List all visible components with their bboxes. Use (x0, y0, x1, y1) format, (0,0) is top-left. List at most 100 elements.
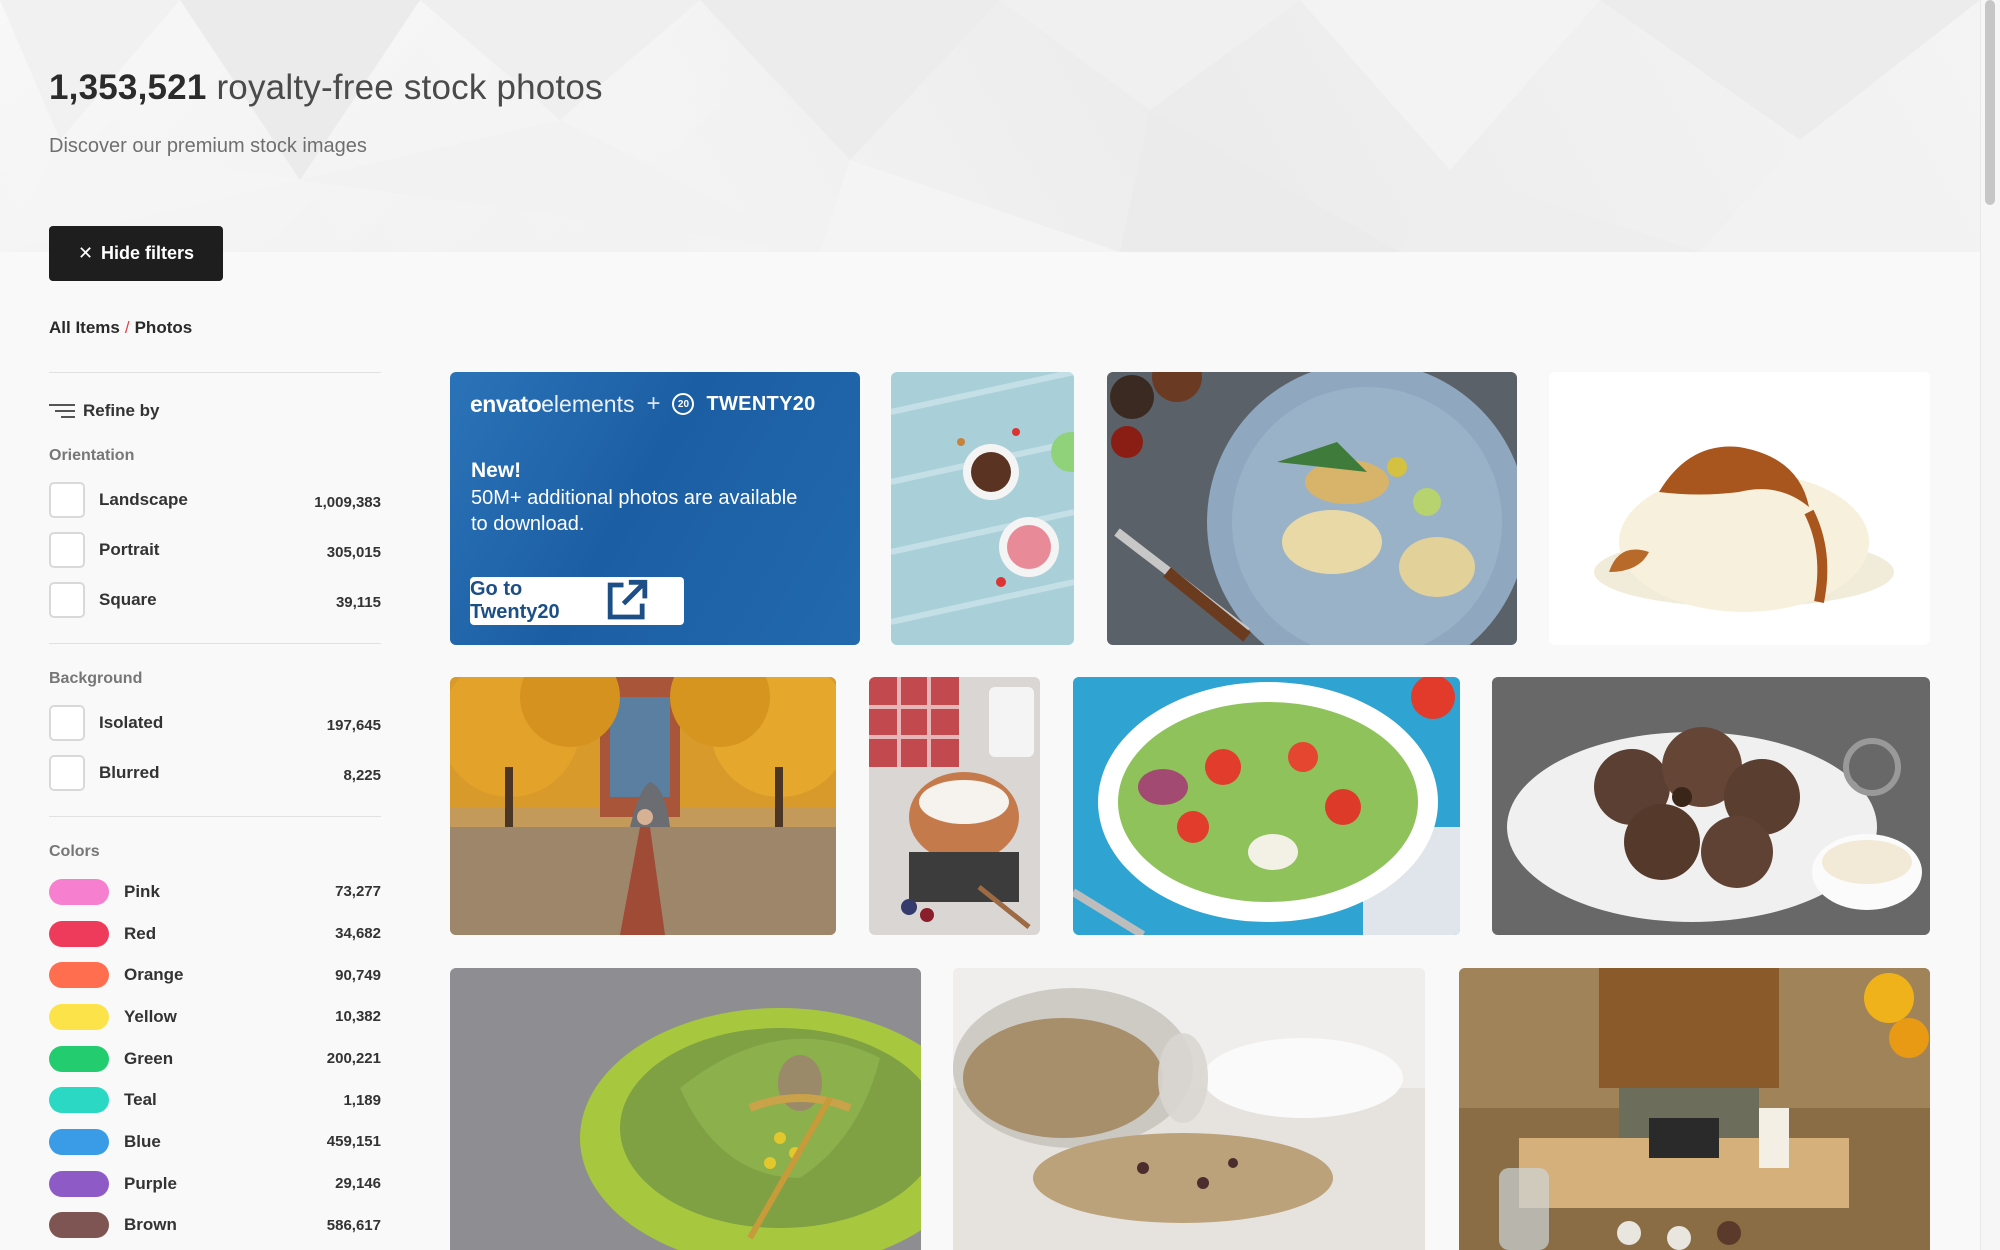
color-swatch (49, 1045, 109, 1072)
color-swatch (49, 878, 109, 905)
checkbox[interactable] (49, 532, 85, 568)
background-title: Background (49, 670, 143, 687)
photo-ice-cream-caramel[interactable] (1549, 372, 1930, 645)
close-icon: ✕ (77, 243, 94, 263)
photo-grilled-squid[interactable] (1107, 372, 1517, 645)
color-label: Yellow (124, 1006, 177, 1026)
page-subtitle: Discover our premium stock images (49, 135, 367, 157)
color-count: 29,146 (335, 1175, 381, 1193)
envato-logo-text: envato (470, 390, 542, 417)
photo-autumn-stretching[interactable] (450, 677, 836, 935)
photo-image (1107, 372, 1517, 645)
photo-granola-jar[interactable] (953, 968, 1425, 1250)
photo-image (1492, 677, 1930, 935)
filter-option-square[interactable]: Square 39,115 (49, 575, 381, 625)
promo-logo: envatoelements + 20 TWENTY20 (470, 390, 816, 418)
filter-lines-icon (49, 402, 75, 420)
promo-description: 50M+ additional photos are available to … (471, 487, 798, 535)
external-link-icon (607, 579, 647, 620)
photo-green-salad[interactable] (1073, 677, 1460, 935)
photo-chocolate-donuts[interactable] (1492, 677, 1930, 935)
go-to-twenty20-button[interactable]: Go to Twenty20 (470, 577, 684, 625)
result-count: 1,353,521 (49, 68, 207, 107)
scrollbar[interactable] (1980, 0, 2000, 1250)
color-label: Red (124, 923, 157, 943)
hide-filters-label: Hide filters (101, 243, 195, 263)
color-count: 73,277 (335, 883, 381, 901)
option-label: Isolated (99, 713, 164, 732)
orientation-title: Orientation (49, 447, 135, 464)
twenty20-promo-card[interactable]: envatoelements + 20 TWENTY20 New! 50M+ a… (450, 372, 860, 645)
colors-title: Colors (49, 843, 100, 860)
photo-image (450, 677, 836, 935)
photo-image (450, 968, 921, 1250)
color-label: Purple (124, 1173, 177, 1193)
breadcrumb: All Items / Photos (49, 318, 192, 338)
photo-smoothie-bowls[interactable] (891, 372, 1074, 645)
option-count: 1,009,383 (314, 494, 381, 511)
checkbox[interactable] (49, 482, 85, 518)
filter-option-blurred[interactable]: Blurred 8,225 (49, 748, 381, 798)
color-count: 459,151 (326, 1133, 381, 1151)
twenty20-logo-text: TWENTY20 (706, 392, 816, 415)
option-label: Blurred (99, 763, 160, 782)
photo-soap-making[interactable] (1459, 968, 1930, 1250)
filter-option-landscape[interactable]: Landscape 1,009,383 (49, 475, 381, 525)
color-filter-red[interactable]: Red 34,682 (49, 913, 381, 955)
checkbox[interactable] (49, 705, 85, 741)
divider (49, 643, 381, 644)
color-filter-pink[interactable]: Pink 73,277 (49, 871, 381, 913)
photo-image (953, 968, 1425, 1250)
color-label: Pink (124, 881, 160, 901)
color-filter-purple[interactable]: Purple 29,146 (49, 1163, 381, 1205)
option-label: Portrait (99, 540, 160, 559)
photo-image (891, 372, 1074, 645)
photo-image (869, 677, 1040, 935)
color-filter-green[interactable]: Green 200,221 (49, 1038, 381, 1080)
color-filter-orange[interactable]: Orange 90,749 (49, 954, 381, 996)
color-count: 90,749 (335, 966, 381, 984)
color-label: Blue (124, 1131, 161, 1151)
color-swatch (49, 962, 109, 989)
option-count: 39,115 (335, 594, 381, 611)
color-swatch (49, 1212, 109, 1239)
color-label: Teal (124, 1090, 157, 1110)
twenty20-badge-icon: 20 (672, 393, 695, 415)
color-count: 34,682 (335, 925, 381, 943)
filter-sidebar: Refine by Orientation Landscape 1,009,38… (49, 372, 381, 1246)
photo-easter-napkin[interactable] (450, 968, 921, 1250)
color-count: 200,221 (326, 1050, 381, 1068)
promo-headline: New! (471, 459, 522, 482)
color-count: 586,617 (326, 1216, 381, 1234)
photo-image (1073, 677, 1460, 935)
color-label: Brown (124, 1215, 177, 1235)
filter-option-portrait[interactable]: Portrait 305,015 (49, 525, 381, 575)
color-label: Orange (124, 965, 184, 985)
option-label: Landscape (99, 490, 188, 509)
checkbox[interactable] (49, 755, 85, 791)
option-count: 197,645 (326, 717, 381, 734)
photo-image (1459, 968, 1930, 1250)
checkbox[interactable] (49, 582, 85, 618)
divider (49, 372, 381, 373)
hero-background-pattern (0, 0, 1980, 252)
refine-by-heading: Refine by (49, 401, 381, 421)
filter-option-isolated[interactable]: Isolated 197,645 (49, 698, 381, 748)
color-label: Green (124, 1048, 174, 1068)
refine-by-label: Refine by (83, 401, 160, 420)
breadcrumb-all-items[interactable]: All Items (49, 318, 120, 337)
color-filter-yellow[interactable]: Yellow 10,382 (49, 996, 381, 1038)
hide-filters-button[interactable]: ✕ Hide filters (49, 226, 223, 281)
color-count: 1,189 (343, 1091, 381, 1109)
option-label: Square (99, 590, 157, 609)
color-swatch (49, 1128, 109, 1155)
scrollbar-thumb[interactable] (1985, 0, 1995, 205)
cta-label: Go to Twenty20 (470, 578, 560, 623)
plus-sign: + (646, 390, 661, 417)
photo-copper-milk-pot[interactable] (869, 677, 1040, 935)
color-filter-blue[interactable]: Blue 459,151 (49, 1121, 381, 1163)
color-filter-teal[interactable]: Teal 1,189 (49, 1079, 381, 1121)
color-filter-brown[interactable]: Brown 586,617 (49, 1205, 381, 1247)
color-swatch (49, 920, 109, 947)
divider (49, 816, 381, 817)
